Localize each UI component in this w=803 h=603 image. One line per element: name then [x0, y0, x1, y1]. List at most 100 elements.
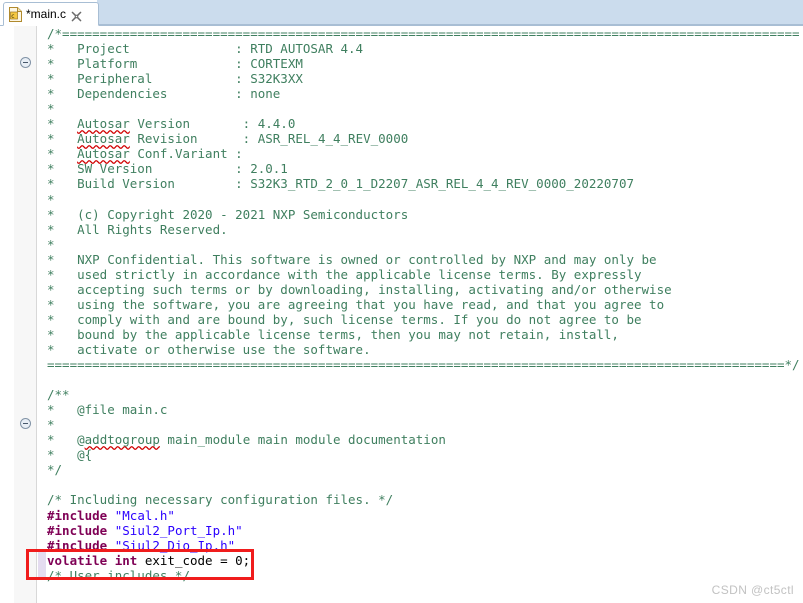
code-token: ========================================…: [47, 357, 800, 373]
code-token: main_module main module documentation: [159, 432, 446, 448]
code-line: * (c) Copyright 2020 - 2021 NXP Semicond…: [47, 207, 803, 222]
code-token: * Build Version : S32K3_RTD_2_0_1_D2207_…: [47, 176, 634, 192]
code-line: * Autosar Conf.Variant :: [47, 146, 803, 161]
c-file-icon: c: [9, 6, 22, 22]
code-line: * All Rights Reserved.: [47, 222, 803, 237]
collapse-icon[interactable]: [20, 418, 31, 429]
code-line: #include "Siul2_Port_Ip.h": [47, 523, 803, 538]
code-token: #include: [47, 537, 108, 553]
code-token: #include: [47, 507, 108, 523]
spellcheck-word: Autosar: [77, 131, 130, 147]
code-token: "Mcal.h": [114, 507, 175, 523]
code-line: * activate or otherwise use the software…: [47, 342, 803, 357]
code-token: #include: [47, 522, 108, 538]
code-line: ========================================…: [47, 357, 803, 372]
spellcheck-word: addtogroup: [84, 432, 160, 448]
code-line: * bound by the applicable license terms,…: [47, 327, 803, 342]
tab-bar-empty-area: [97, 0, 803, 25]
code-line: * SW Version : 2.0.1: [47, 161, 803, 176]
code-token: * @: [47, 432, 85, 448]
code-token: * NXP Confidential. This software is own…: [47, 251, 657, 267]
folding-margin[interactable]: [14, 26, 37, 603]
code-token: * Dependencies : none: [47, 86, 281, 102]
code-line: /* User includes */: [47, 568, 803, 583]
code-editor[interactable]: /*======================================…: [0, 26, 803, 603]
code-line: * @addtogroup main_module main module do…: [47, 432, 803, 447]
code-token: *: [47, 131, 78, 147]
code-line: * comply with and are bound by, such lic…: [47, 312, 803, 327]
code-token: "Siul2_Port_Ip.h": [114, 522, 243, 538]
spellcheck-word: Autosar: [77, 146, 130, 162]
code-token: * comply with and are bound by, such lic…: [47, 311, 642, 327]
code-token: * @file main.c: [47, 402, 168, 418]
code-line: #include "Mcal.h": [47, 508, 803, 523]
code-token: /* Including necessary configuration fil…: [47, 492, 394, 508]
code-token: */: [47, 462, 63, 478]
code-token: /**: [47, 387, 70, 403]
code-token: "Siul2_Dio_Ip.h": [114, 537, 236, 553]
code-token: volatile: [47, 552, 108, 568]
code-line: */: [47, 462, 803, 477]
code-line: /*======================================…: [47, 26, 803, 41]
code-line: * NXP Confidential. This software is own…: [47, 252, 803, 267]
code-token: /*======================================…: [47, 26, 800, 41]
code-line: *: [47, 101, 803, 116]
code-token: *: [47, 236, 55, 252]
code-token: int: [114, 552, 138, 568]
code-line: /* Including necessary configuration fil…: [47, 492, 803, 507]
code-token: *: [47, 101, 55, 117]
annotation-ruler[interactable]: [0, 26, 14, 603]
svg-text:c: c: [11, 12, 14, 19]
code-line: * used strictly in accordance with the a…: [47, 267, 803, 282]
editor-tab-bar: c *main.c: [0, 0, 803, 26]
code-token: * using the software, you are agreeing t…: [47, 296, 665, 312]
code-token: *: [47, 417, 55, 433]
tab-label: *main.c: [26, 6, 67, 21]
code-line: * Project : RTD AUTOSAR 4.4: [47, 41, 803, 56]
code-line: * Autosar Version : 4.4.0: [47, 116, 803, 131]
spellcheck-word: Autosar: [77, 116, 130, 132]
code-line: * Dependencies : none: [47, 86, 803, 101]
code-token: Version : 4.4.0: [129, 116, 296, 132]
watermark: CSDN @ct5ctl: [711, 583, 794, 597]
code-line: *: [47, 192, 803, 207]
code-line: * using the software, you are agreeing t…: [47, 297, 803, 312]
code-token: *: [47, 116, 78, 132]
code-token: * Project : RTD AUTOSAR 4.4: [47, 41, 364, 57]
code-token: exit_code = 0;: [137, 552, 251, 568]
change-bar-indicator: [38, 549, 46, 580]
code-line: * accepting such terms or by downloading…: [47, 282, 803, 297]
code-token: * accepting such terms or by downloading…: [47, 281, 672, 297]
code-token: *: [47, 146, 78, 162]
code-token: Conf.Variant :: [129, 146, 243, 162]
code-line: *: [47, 417, 803, 432]
code-token: * activate or otherwise use the software…: [47, 341, 371, 357]
code-token: * Peripheral : S32K3XX: [47, 71, 303, 87]
code-line: * Autosar Revision : ASR_REL_4_4_REV_000…: [47, 131, 803, 146]
code-line: *: [47, 237, 803, 252]
code-token: * All Rights Reserved.: [47, 221, 228, 237]
code-token: * bound by the applicable license terms,…: [47, 326, 619, 342]
code-token: * SW Version : 2.0.1: [47, 161, 288, 177]
tab-main-c[interactable]: c *main.c: [3, 2, 99, 26]
code-line: volatile int exit_code = 0;: [47, 553, 803, 568]
code-text-area[interactable]: /*======================================…: [47, 26, 803, 583]
close-icon[interactable]: [71, 9, 82, 21]
code-token: * Platform : CORTEXM: [47, 56, 303, 72]
code-line: /**: [47, 387, 803, 402]
code-line: * Build Version : S32K3_RTD_2_0_1_D2207_…: [47, 176, 803, 191]
code-token: * used strictly in accordance with the a…: [47, 266, 642, 282]
code-line: * Peripheral : S32K3XX: [47, 71, 803, 86]
collapse-icon[interactable]: [20, 57, 31, 68]
code-token: /* User includes */: [47, 567, 190, 583]
code-line: #include "Siul2_Dio_Ip.h": [47, 538, 803, 553]
code-token: * (c) Copyright 2020 - 2021 NXP Semicond…: [47, 206, 409, 222]
code-token: * @{: [47, 447, 93, 463]
code-line: * @file main.c: [47, 402, 803, 417]
